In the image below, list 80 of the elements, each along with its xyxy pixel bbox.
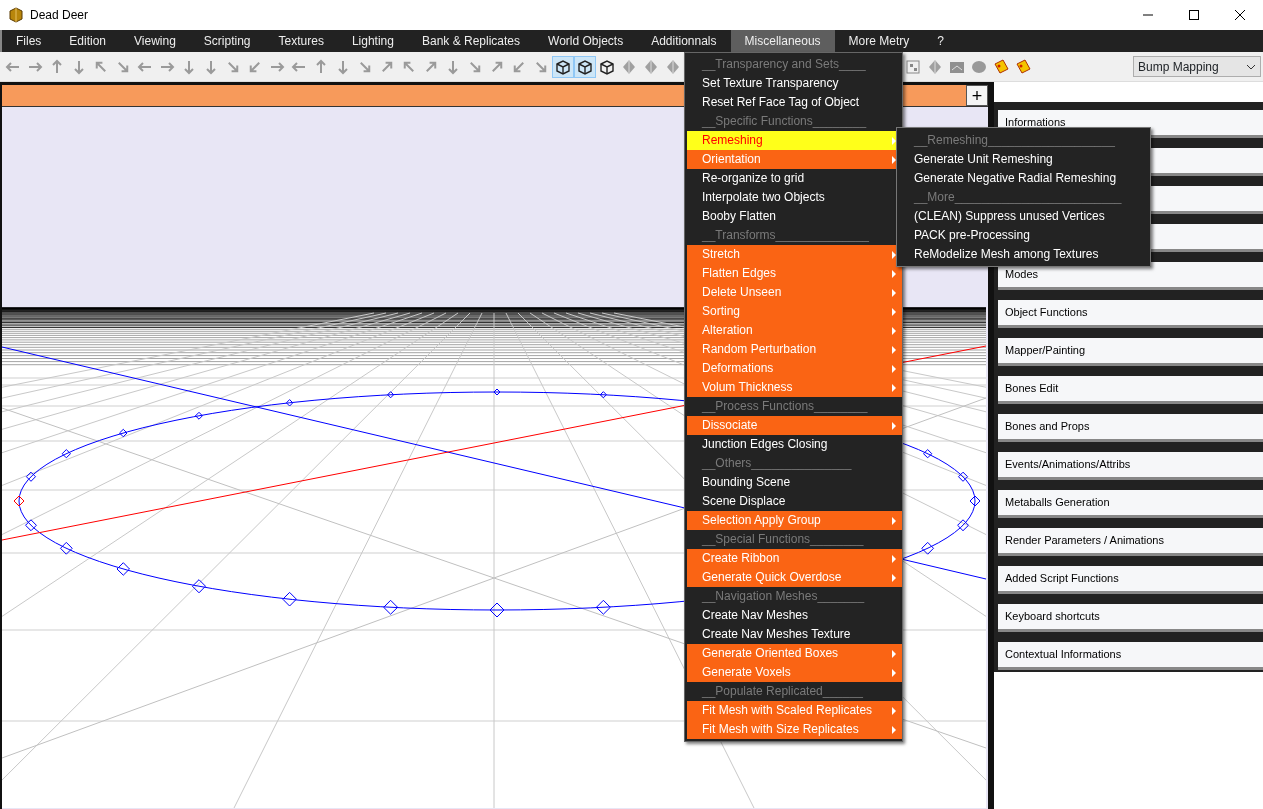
submenu-arrow-icon [892,364,896,373]
menu-item[interactable]: More Metry [834,30,924,52]
submenu-arrow-icon [892,573,896,582]
menu-item[interactable]: Create Nav Meshes [687,606,902,625]
grid-icon [904,57,922,76]
maximize-icon [1189,10,1199,20]
submenu-arrow-icon [892,345,896,354]
toolbar-button[interactable] [552,55,574,78]
menu-item[interactable]: Textures [264,30,338,52]
menu-item[interactable]: Set Texture Transparency [687,74,902,93]
menu-item[interactable]: Generate Unit Remeshing [899,150,1148,169]
submenu-arrow-icon [892,516,896,525]
side-panel[interactable]: Events/Animations/Attribs [998,452,1263,480]
side-panel[interactable]: Object Functions [998,300,1263,328]
tag-icon [992,57,1010,76]
side-panel[interactable]: Bones and Props [998,414,1263,442]
side-panel[interactable]: Added Script Functions [998,566,1263,594]
menu-section-header: __Populate Replicated______ [701,683,864,700]
app-logo-icon [8,7,24,23]
cube-icon [554,57,572,76]
menu-item[interactable]: Reset Ref Face Tag of Object [687,93,902,112]
submenu-arrow-icon [892,725,896,734]
menu-item[interactable]: ReModelize Mesh among Textures [899,245,1148,264]
menu-item[interactable]: Lighting [337,30,408,52]
tag-icon [1014,57,1032,76]
menu-item[interactable]: Generate Negative Radial Remeshing [899,169,1148,188]
submenu-arrow-icon [892,554,896,563]
shape-icon [620,57,638,76]
side-panel[interactable]: Mapper/Painting [998,338,1263,366]
menu-item[interactable]: Scene Displace [687,492,902,511]
menu-section-header: __Special Functions________ [701,531,865,548]
toolbar-button[interactable] [574,55,596,78]
menu-item[interactable]: Files [2,30,56,52]
shape-icon [642,57,660,76]
submenu-arrow-icon [892,288,896,297]
menu-item[interactable]: Scripting [189,30,265,52]
menu-section-header: __Process Functions________ [701,398,869,415]
menu-item[interactable]: Create Nav Meshes Texture [687,625,902,644]
menu-section-header: __Navigation Meshes_______ [701,588,866,605]
side-panel[interactable]: Render Parameters / Animations [998,528,1263,556]
chevron-down-icon [1246,63,1256,70]
shape-icon [926,57,944,76]
menu-item[interactable]: Miscellaneous [730,30,835,52]
side-panel[interactable]: Keyboard shortcuts [998,604,1263,632]
add-button[interactable]: + [966,85,988,106]
submenu-arrow-icon [892,383,896,392]
submenu-arrow-icon [892,649,896,658]
side-panel[interactable]: Contextual Informations [998,642,1263,670]
menu-item[interactable]: Additionnals [637,30,731,52]
submenu-arrow-icon [892,136,896,145]
menu-item[interactable]: Edition [55,30,121,52]
submenu-arrow-icon [892,269,896,278]
menu-item[interactable]: PACK pre-Processing [899,226,1148,245]
side-panel[interactable]: Bones Edit [998,376,1263,404]
submenu-arrow-icon [892,155,896,164]
submenu-arrow-icon [892,421,896,430]
menu-item[interactable]: World Objects [534,30,638,52]
submenu-arrow-icon [892,326,896,335]
close-icon [1235,10,1245,20]
submenu-arrow-icon [892,307,896,316]
menu-item[interactable]: (CLEAN) Suppress unused Vertices [899,207,1148,226]
side-panel[interactable]: Metaballs Generation [998,490,1263,518]
shape-icon [664,57,682,76]
menu-section-header: __Transforms______________ [701,227,870,244]
window-title: Dead Deer [30,7,90,24]
menu-section-header: __Specific Functions________ [701,113,868,130]
cube-icon [576,57,594,76]
menu-item[interactable]: Bounding Scene [687,473,902,492]
submenu-arrow-icon [892,706,896,715]
menu-section-header: __Others_______________ [701,455,853,472]
menu-item[interactable]: Junction Edges Closing [687,435,902,454]
menu-section-header: __More_________________________ [913,189,1123,206]
menu-section-header: __Transparency and Sets____ [701,56,867,73]
submenu-arrow-icon [892,668,896,677]
cube-icon [598,57,616,76]
submenu-arrow-icon [892,250,896,259]
menu-item[interactable]: Viewing [120,30,190,52]
menu-item[interactable]: ? [923,30,958,52]
menu-item[interactable]: Bank & Replicates [407,30,534,52]
render-mode-dropdown[interactable]: Bump Mapping [1133,56,1261,77]
